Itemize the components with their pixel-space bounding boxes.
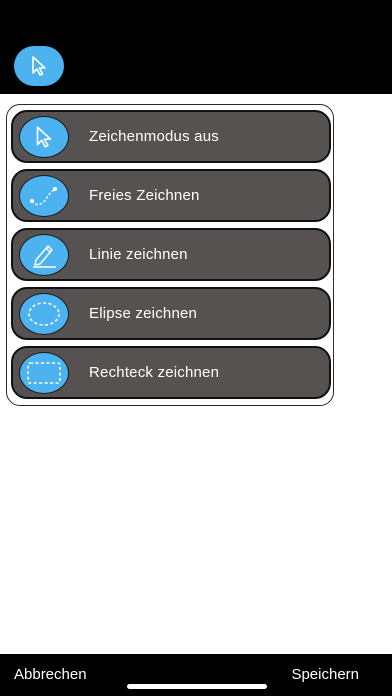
menu-item-label: Freies Zeichnen [89, 187, 200, 204]
menu-item-line[interactable]: Linie zeichnen [11, 228, 331, 281]
menu-item-ellipse[interactable]: Elipse zeichnen [11, 287, 331, 340]
menu-item-icon-badge [19, 234, 69, 276]
save-button[interactable]: Speichern [291, 666, 359, 683]
bottom-toolbar: Abbrechen Speichern [0, 654, 392, 696]
cancel-button[interactable]: Abbrechen [14, 666, 87, 683]
menu-item-rectangle[interactable]: Rechteck zeichnen [11, 346, 331, 399]
menu-item-label: Linie zeichnen [89, 246, 188, 263]
drawing-mode-menu: Zeichenmodus aus Freies Zeichnen Linie z… [6, 104, 334, 406]
dashed-ellipse-icon [28, 302, 60, 326]
menu-item-label: Rechteck zeichnen [89, 364, 220, 381]
menu-item-icon-badge [19, 293, 69, 335]
menu-item-label: Zeichenmodus aus [89, 128, 219, 145]
pencil-line-icon [33, 245, 56, 268]
menu-item-freehand[interactable]: Freies Zeichnen [11, 169, 331, 222]
menu-item-drawing-off[interactable]: Zeichenmodus aus [11, 110, 331, 163]
drawing-mode-button[interactable] [14, 46, 64, 86]
menu-item-icon-badge [19, 352, 69, 394]
freehand-curve-icon [30, 187, 57, 206]
menu-item-label: Elipse zeichnen [89, 305, 198, 322]
top-toolbar [0, 0, 392, 94]
menu-item-icon-badge [19, 175, 69, 217]
dashed-rectangle-icon [27, 362, 61, 384]
home-indicator[interactable] [127, 684, 267, 689]
cursor-arrow-icon [32, 56, 46, 76]
cursor-arrow-icon [36, 126, 52, 148]
menu-item-icon-badge [19, 116, 69, 158]
